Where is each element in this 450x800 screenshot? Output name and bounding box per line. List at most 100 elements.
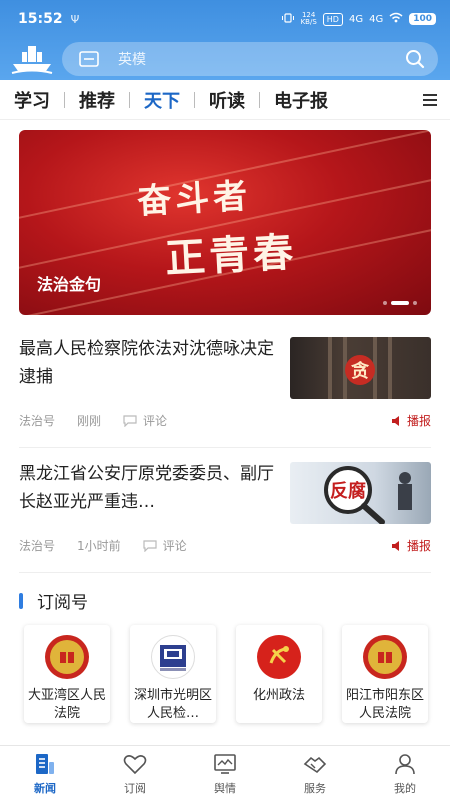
carousel-dot <box>383 301 387 305</box>
comment-button[interactable]: 评论 <box>123 412 167 429</box>
news-thumbnail[interactable]: 贪 <box>290 337 431 399</box>
subscriptions-header: 订阅号 <box>19 588 88 613</box>
bottom-navigation: 新闻 订阅 舆情 服务 我的 <box>0 745 450 800</box>
subscription-name: 深圳市光明区人民检… <box>133 688 212 721</box>
tab-divider <box>129 91 130 108</box>
banner-art-line-1: 奋斗者 <box>136 176 253 223</box>
nav-label: 服务 <box>304 782 326 795</box>
channel-tabs: 学习 推荐 天下 听读 电子报 <box>0 80 450 120</box>
tab-recommend[interactable]: 推荐 <box>79 87 144 113</box>
carousel-dot <box>413 301 417 305</box>
nav-public-opinion[interactable]: 舆情 <box>190 746 260 800</box>
tab-label: 推荐 <box>79 90 115 112</box>
section-accent-bar <box>19 592 23 609</box>
hd-badge: HD <box>322 12 343 26</box>
nav-services[interactable]: 服务 <box>280 746 350 800</box>
signal-1: 4G <box>348 13 364 25</box>
nav-label: 我的 <box>394 782 416 795</box>
app-logo-icon[interactable] <box>10 42 54 76</box>
nav-label: 订阅 <box>124 782 146 795</box>
procuratorate-emblem-icon <box>151 635 195 679</box>
nav-label: 舆情 <box>214 782 236 795</box>
tab-divider <box>64 91 65 108</box>
user-icon <box>395 754 415 775</box>
banner-carousel[interactable]: 奋斗者 正青春 法治金句 <box>19 130 431 315</box>
news-thumb-text: 反腐 <box>330 480 366 502</box>
search-input[interactable]: 英模 <box>118 49 404 69</box>
news-item[interactable]: 黑龙江省公安厅原党委委员、副厅长赵亚光严重违… 反腐 法治号 1小时前 评论 播… <box>19 448 431 573</box>
tab-label: 听读 <box>209 90 245 112</box>
handshake-icon <box>303 756 327 774</box>
app-header: 15:52 Ψ 124 KB/S HD 4G 4G 100 英模 <box>0 0 450 80</box>
search-icon[interactable] <box>404 48 426 70</box>
signal-2: 4G <box>369 13 384 25</box>
tab-label: 电子报 <box>274 90 328 112</box>
nav-news[interactable]: 新闻 <box>10 746 80 800</box>
speaker-icon <box>391 415 399 426</box>
subscription-list: 大亚湾区人民法院 深圳市光明区人民检… 化州政法 阳江市阳东区人民法院 <box>24 625 428 723</box>
comment-label: 评论 <box>143 414 168 428</box>
subscription-name: 阳江市阳东区人民法院 <box>345 688 424 721</box>
battery-indicator: 100 <box>409 13 436 25</box>
scan-icon[interactable] <box>78 50 100 68</box>
news-source[interactable]: 法治号 <box>19 412 55 429</box>
news-title[interactable]: 黑龙江省公安厅原党委委员、副厅长赵亚光严重违… <box>19 460 281 516</box>
news-thumbnail[interactable]: 反腐 <box>290 462 431 524</box>
search-row: 英模 <box>0 38 450 80</box>
comment-icon <box>123 414 137 427</box>
carousel-dot-active <box>391 301 409 305</box>
tab-label: 学习 <box>14 90 50 112</box>
subscription-card[interactable]: 化州政法 <box>236 625 322 723</box>
party-emblem-icon <box>257 635 301 679</box>
news-meta: 法治号 1小时前 评论 播报 <box>19 537 431 554</box>
subscription-card[interactable]: 大亚湾区人民法院 <box>24 625 110 723</box>
monitor-icon <box>214 754 236 774</box>
tab-e-paper[interactable]: 电子报 <box>274 87 328 113</box>
news-time: 刚刚 <box>77 414 102 428</box>
subscription-card[interactable]: 阳江市阳东区人民法院 <box>342 625 428 723</box>
tab-divider <box>259 91 260 108</box>
court-emblem-icon <box>45 635 89 679</box>
tab-listen[interactable]: 听读 <box>209 87 274 113</box>
news-time: 1小时前 <box>77 539 121 553</box>
wifi-icon <box>389 12 403 26</box>
banner-artwork: 奋斗者 正青春 <box>136 170 298 282</box>
broadcast-button[interactable]: 播报 <box>391 412 431 429</box>
broadcast-button[interactable]: 播报 <box>391 537 431 554</box>
subscription-name: 大亚湾区人民法院 <box>27 688 106 721</box>
search-bar[interactable]: 英模 <box>62 42 438 76</box>
subscription-card[interactable]: 深圳市光明区人民检… <box>130 625 216 723</box>
status-time: 15:52 <box>18 11 63 27</box>
menu-icon[interactable] <box>420 90 440 110</box>
news-icon <box>36 754 54 774</box>
speaker-icon <box>391 540 399 551</box>
vibrate-icon <box>281 12 295 26</box>
net-speed-unit: KB/S <box>300 18 317 26</box>
news-source[interactable]: 法治号 <box>19 537 55 554</box>
nav-label: 新闻 <box>34 782 56 795</box>
news-item[interactable]: 最高人民检察院依法对沈德咏决定逮捕 贪 法治号 刚刚 评论 播报 <box>19 323 431 448</box>
court-emblem-icon <box>363 635 407 679</box>
status-indicators: 124 KB/S HD 4G 4G 100 <box>281 12 436 26</box>
broadcast-label: 播报 <box>406 539 431 553</box>
net-speed: 124 KB/S <box>301 12 317 26</box>
news-meta: 法治号 刚刚 评论 播报 <box>19 412 431 429</box>
news-title[interactable]: 最高人民检察院依法对沈德咏决定逮捕 <box>19 335 281 391</box>
tab-world[interactable]: 天下 <box>144 87 209 113</box>
tab-divider <box>194 91 195 108</box>
broadcast-label: 播报 <box>406 414 431 428</box>
tab-study[interactable]: 学习 <box>14 87 79 113</box>
nav-subscribe[interactable]: 订阅 <box>100 746 170 800</box>
comment-button[interactable]: 评论 <box>143 537 187 554</box>
banner-caption: 法治金句 <box>37 275 102 294</box>
news-thumb-text: 贪 <box>351 360 370 382</box>
section-title: 订阅号 <box>37 593 88 613</box>
tab-label: 天下 <box>144 90 180 112</box>
carousel-indicator <box>383 301 417 305</box>
notification-icon: Ψ <box>70 12 80 26</box>
heart-icon <box>123 755 147 775</box>
nav-profile[interactable]: 我的 <box>370 746 440 800</box>
subscription-name: 化州政法 <box>252 688 305 703</box>
comment-icon <box>143 539 157 552</box>
status-bar: 15:52 Ψ 124 KB/S HD 4G 4G 100 <box>0 0 450 38</box>
